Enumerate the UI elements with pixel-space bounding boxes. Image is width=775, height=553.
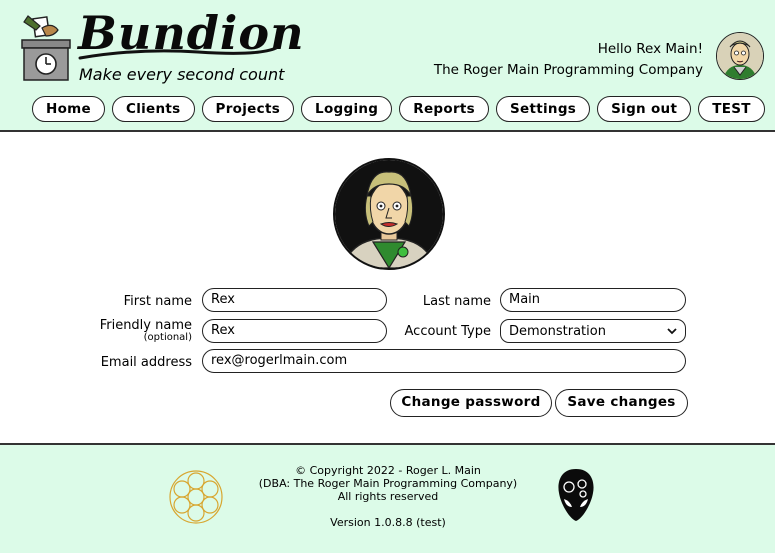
nav-settings[interactable]: Settings bbox=[496, 96, 591, 122]
user-greeting-block: Hello Rex Main! The Roger Main Programmi… bbox=[434, 39, 703, 81]
company-name: The Roger Main Programming Company bbox=[433, 62, 703, 78]
last-name-label: Last name bbox=[422, 294, 491, 309]
circle-cluster-logo-icon bbox=[168, 469, 224, 525]
change-password-button[interactable]: Change password bbox=[390, 389, 552, 417]
friendly-name-optional-hint: (optional) bbox=[143, 332, 192, 343]
nav-projects[interactable]: Projects bbox=[201, 96, 295, 122]
account-type-selected-value: Demonstration bbox=[509, 323, 606, 339]
friendly-name-label: Friendly name bbox=[99, 318, 192, 333]
version-text: Version 1.0.8.8 (test) bbox=[330, 516, 446, 529]
friendly-name-label-block: Friendly name (optional) bbox=[72, 318, 192, 343]
nav-clients[interactable]: Clients bbox=[112, 96, 195, 122]
save-changes-button[interactable]: Save changes bbox=[555, 389, 688, 417]
copyright-block: © Copyright 2022 - Roger L. Main (DBA: T… bbox=[240, 464, 536, 503]
copyright-text: © Copyright 2022 - Roger L. Main bbox=[295, 464, 481, 477]
ballot-box-logo-icon bbox=[20, 14, 72, 82]
nav-logging[interactable]: Logging bbox=[301, 96, 393, 122]
rights-text: All rights reserved bbox=[337, 490, 439, 503]
greeting-text: Hello Rex Main! bbox=[597, 41, 703, 57]
nav-test[interactable]: TEST bbox=[698, 96, 765, 122]
main-nav: Home Clients Projects Logging Reports Se… bbox=[32, 96, 765, 122]
header: Bundion Make every second count Hello Re… bbox=[0, 0, 775, 132]
first-name-input[interactable]: Rex bbox=[202, 288, 387, 312]
account-settings-panel: First name Rex Last name Main Friendly n… bbox=[0, 132, 775, 443]
brand-underline-swoosh bbox=[78, 46, 278, 60]
account-type-select[interactable]: Demonstration bbox=[500, 319, 686, 343]
chevron-down-icon bbox=[667, 321, 677, 342]
nav-sign-out[interactable]: Sign out bbox=[597, 96, 692, 122]
dba-text: (DBA: The Roger Main Programming Company… bbox=[258, 477, 518, 490]
footer: © Copyright 2022 - Roger L. Main (DBA: T… bbox=[0, 443, 775, 553]
email-label: Email address bbox=[100, 355, 192, 370]
user-avatar[interactable] bbox=[716, 32, 764, 80]
friendly-name-input[interactable]: Rex bbox=[202, 319, 387, 343]
nav-reports[interactable]: Reports bbox=[399, 96, 490, 122]
nav-home[interactable]: Home bbox=[32, 96, 105, 122]
alien-head-logo-icon bbox=[556, 467, 596, 523]
last-name-input[interactable]: Main bbox=[500, 288, 686, 312]
tagline: Make every second count bbox=[79, 65, 285, 84]
profile-avatar[interactable] bbox=[333, 158, 445, 270]
first-name-label: First name bbox=[123, 294, 192, 309]
email-input[interactable]: rex@rogerlmain.com bbox=[202, 349, 686, 373]
account-type-label: Account Type bbox=[404, 324, 491, 339]
